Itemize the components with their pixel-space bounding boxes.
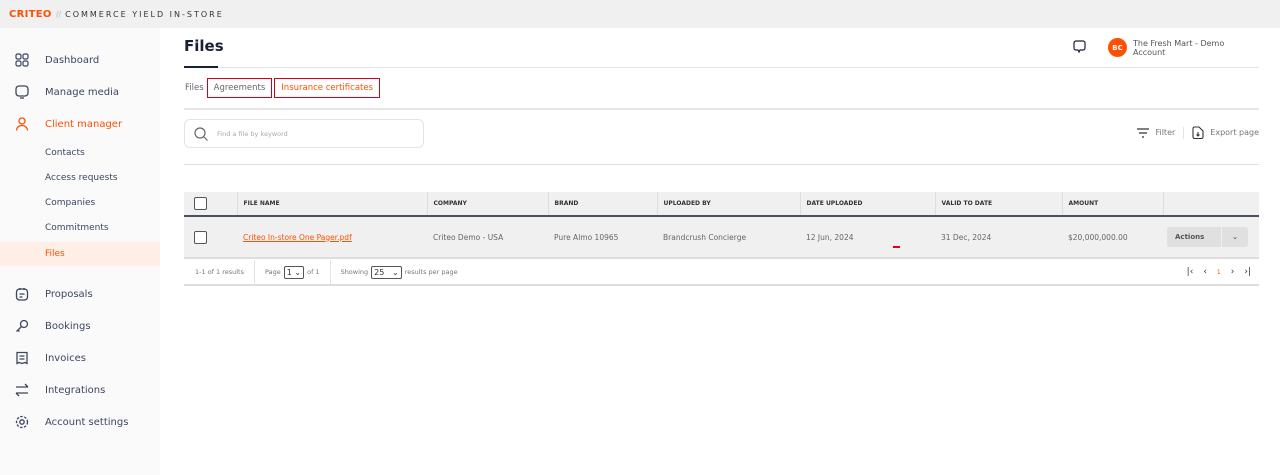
search-input[interactable]: Find a file by keyword	[184, 119, 424, 148]
arrows-icon	[15, 383, 29, 397]
subnav-companies[interactable]: Companies	[0, 191, 160, 215]
account-menu[interactable]: BC The Fresh Mart - Demo Account	[1108, 38, 1259, 57]
column-header[interactable]: AMOUNT	[1061, 192, 1163, 217]
cell-uploaded-by: Brandcrush Concierge	[657, 216, 800, 259]
page-value: 1	[286, 267, 292, 277]
column-header[interactable]: VALID TO DATE	[934, 192, 1062, 217]
file-tabs: Files Agreements Insurance certificates	[184, 76, 381, 100]
current-page[interactable]: 1	[1217, 269, 1221, 276]
results-count: 1-1 of 1 results	[184, 260, 255, 284]
prev-page-icon[interactable]: ‹	[1203, 267, 1207, 277]
nav-account-settings[interactable]: Account settings	[0, 409, 160, 435]
nav-label: Proposals	[45, 288, 93, 300]
subnav-access-requests[interactable]: Access requests	[0, 166, 160, 190]
subnav-files[interactable]: Files	[0, 242, 160, 266]
grid-icon	[15, 53, 29, 67]
export-label: Export page	[1210, 128, 1259, 137]
user-icon	[15, 117, 29, 131]
product-name: COMMERCE YIELD IN-STORE	[65, 9, 224, 19]
search-placeholder: Find a file by keyword	[217, 129, 288, 138]
receipt-icon	[16, 351, 28, 365]
per-page-select[interactable]: 25 ⌄	[371, 265, 402, 279]
key-icon	[16, 319, 29, 332]
nav-label: Dashboard	[45, 54, 100, 66]
column-header[interactable]: DATE UPLOADED	[799, 192, 935, 217]
column-header[interactable]: BRAND	[547, 192, 657, 217]
title-underline	[184, 66, 218, 68]
nav-manage-media[interactable]: Manage media	[0, 79, 160, 105]
select-all-checkbox[interactable]	[194, 197, 207, 210]
nav-integrations[interactable]: Integrations	[0, 377, 160, 403]
column-header[interactable]: UPLOADED BY	[656, 192, 800, 217]
row-checkbox[interactable]	[194, 230, 207, 244]
pagination-bar: 1-1 of 1 results Page 1 ⌄ of 1 Showing 25 ⌄…	[184, 260, 1259, 286]
filter-icon	[1137, 127, 1150, 138]
logo-separator: //	[55, 9, 62, 19]
cell-brand: Pure Almo 10965	[548, 216, 657, 259]
monitor-icon	[15, 85, 29, 99]
date-uploaded-text: 12 Jun, 2024	[806, 232, 854, 242]
nav-label: Bookings	[45, 320, 91, 332]
page-select[interactable]: 1 ⌄	[283, 265, 305, 279]
export-page-button[interactable]: Export page	[1192, 126, 1259, 139]
clipboard-icon	[15, 288, 29, 301]
avatar: BC	[1108, 38, 1127, 57]
toolbar-divider	[1183, 126, 1185, 139]
per-page-suffix: results per page	[404, 268, 458, 276]
sidebar: Dashboard Manage media Client manager Co…	[0, 28, 160, 475]
files-table: FILE NAME COMPANY BRAND UPLOADED BY DATE…	[184, 192, 1259, 259]
top-bar: CRITEO // COMMERCE YIELD IN-STORE	[0, 0, 1280, 28]
per-page-value: 25	[374, 267, 385, 277]
nav-bookings[interactable]: Bookings	[0, 313, 160, 339]
account-name: The Fresh Mart - Demo Account	[1132, 38, 1225, 57]
cell-date-uploaded: 12 Jun, 2024	[800, 216, 935, 259]
nav-invoices[interactable]: Invoices	[0, 345, 160, 371]
page-label: Page	[265, 268, 281, 276]
nav-label: Integrations	[45, 384, 106, 396]
filter-label: Filter	[1155, 128, 1176, 137]
tab-files[interactable]: Files	[184, 78, 207, 98]
chat-icon[interactable]	[1072, 40, 1087, 55]
first-page-icon[interactable]: |‹	[1187, 267, 1194, 277]
actions-label: Actions	[1167, 227, 1222, 247]
nav-label: Client manager	[45, 118, 123, 130]
search-icon	[194, 127, 208, 141]
cell-amount: $20,000,000.00	[1062, 216, 1163, 259]
nav-label: Account settings	[45, 416, 129, 428]
nav-dashboard[interactable]: Dashboard	[0, 47, 160, 73]
last-page-icon[interactable]: ›|	[1244, 267, 1251, 277]
divider	[184, 67, 1259, 68]
tab-insurance-certificates[interactable]: Insurance certificates	[274, 78, 381, 98]
nav-proposals[interactable]: Proposals	[0, 281, 160, 307]
chevron-down-icon[interactable]: ⌄	[1222, 233, 1248, 241]
red-marker	[893, 246, 900, 248]
page-total: of 1	[307, 268, 320, 276]
subnav-commitments[interactable]: Commitments	[0, 216, 160, 240]
subnav-contacts[interactable]: Contacts	[0, 141, 160, 165]
next-page-icon[interactable]: ›	[1231, 267, 1235, 277]
actions-button[interactable]: Actions ⌄	[1167, 227, 1248, 247]
column-header[interactable]: COMPANY	[426, 192, 548, 217]
nav-label: Manage media	[45, 86, 120, 98]
filter-button[interactable]: Filter	[1137, 127, 1176, 138]
table-row: Criteo In-store One Pager.pdf Criteo Dem…	[184, 216, 1259, 259]
page-title: Files	[184, 37, 224, 55]
column-header[interactable]: FILE NAME	[236, 192, 427, 217]
toolbar: Filter Export page	[1137, 126, 1259, 139]
gear-icon	[15, 415, 29, 429]
tab-agreements[interactable]: Agreements	[206, 78, 273, 98]
cell-valid-to: 31 Dec, 2024	[935, 216, 1062, 259]
cell-company: Criteo Demo - USA	[427, 216, 548, 259]
divider	[184, 108, 1259, 110]
nav-label: Invoices	[45, 352, 86, 364]
export-icon	[1192, 126, 1204, 139]
criteo-logo: CRITEO	[9, 8, 52, 20]
column-header-actions	[1162, 192, 1259, 217]
divider	[184, 164, 1259, 165]
page-navigation: |‹ ‹ 1 › ›|	[1187, 267, 1251, 277]
nav-client-manager[interactable]: Client manager	[0, 111, 160, 137]
file-link[interactable]: Criteo In-store One Pager.pdf	[243, 233, 352, 242]
showing-label: Showing	[340, 268, 369, 276]
table-header: FILE NAME COMPANY BRAND UPLOADED BY DATE…	[184, 192, 1259, 217]
